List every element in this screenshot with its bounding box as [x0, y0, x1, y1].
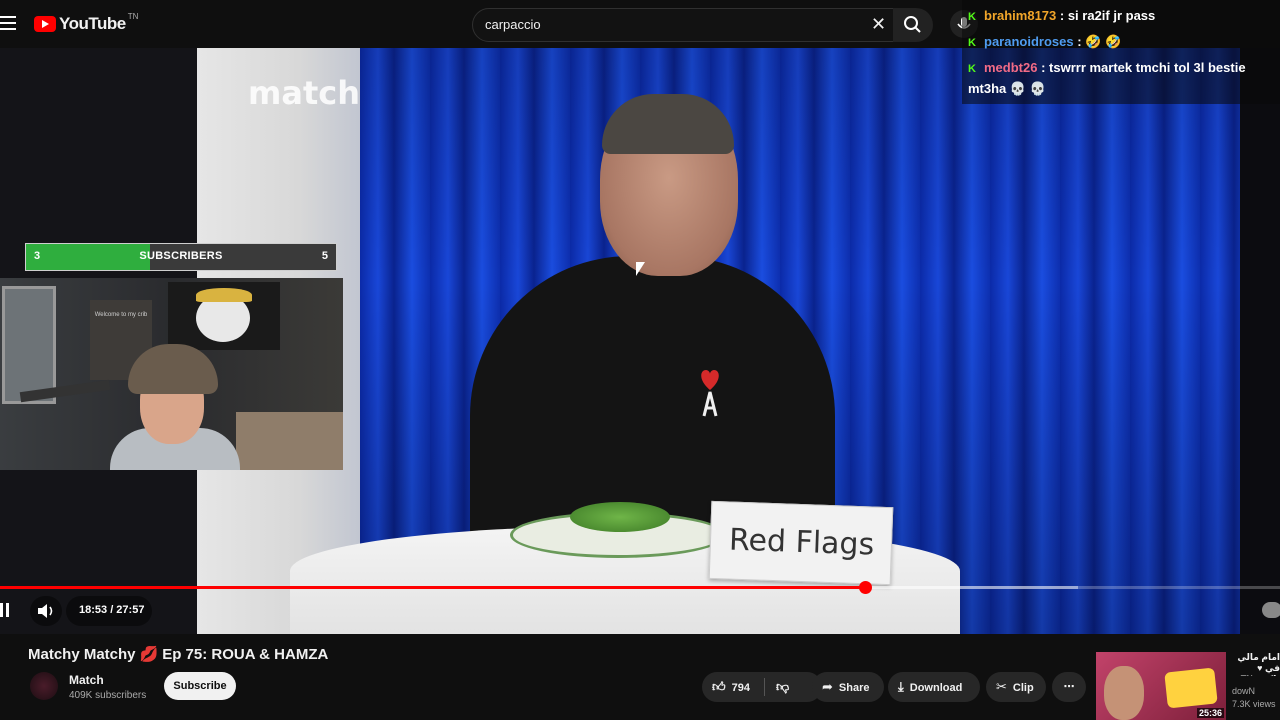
mouse-cursor-icon	[636, 262, 645, 276]
channel-avatar[interactable]	[30, 672, 58, 700]
clear-search-icon[interactable]: ✕	[871, 15, 886, 33]
download-button[interactable]: ⤓ Download	[888, 672, 980, 702]
youtube-play-icon	[34, 16, 56, 32]
more-horizontal-icon: ⋯	[1063, 681, 1075, 693]
search-button[interactable]	[893, 8, 933, 42]
goal-end: 5	[321, 250, 328, 262]
thumbs-down-icon[interactable]: 👎︎	[776, 672, 789, 702]
streamer-webcam: Welcome to my crib	[0, 278, 343, 470]
volume-icon	[38, 604, 53, 618]
kick-icon: K	[968, 37, 976, 49]
suggested-video-channel[interactable]: dowN	[1232, 686, 1255, 696]
time-display: 18:53 / 27:57	[66, 596, 152, 626]
subscribe-button[interactable]: Subscribe	[164, 672, 236, 700]
progress-bar[interactable]	[0, 581, 1280, 594]
kick-icon: K	[968, 63, 976, 75]
autoplay-toggle[interactable]	[1262, 602, 1280, 618]
match-watermark: match	[248, 74, 360, 112]
played-bar	[0, 586, 865, 589]
like-count: 794	[731, 682, 750, 694]
clip-button[interactable]: ✂ Clip	[986, 672, 1046, 702]
heart-icon: 💋	[139, 646, 159, 663]
chat-text: : si ra2if jr pass	[1059, 8, 1156, 23]
chat-username: paranoidroses	[984, 34, 1074, 49]
suggested-video-title[interactable]: امام مالي في ♥ تاكس TN	[1232, 652, 1280, 676]
goal-label: SUBSCRIBERS	[139, 250, 223, 262]
search-input[interactable]: carpaccio ✕	[472, 8, 894, 42]
logo-text: YouTube	[59, 14, 126, 33]
title-part: Matchy Matchy	[28, 646, 136, 663]
chat-message: Kparanoidroses : 🤣 🤣	[968, 31, 1121, 52]
channel-name[interactable]: Match	[69, 673, 104, 687]
chat-message: Kbrahim8173 : si ra2if jr pass	[968, 5, 1155, 26]
pause-button[interactable]	[0, 603, 12, 617]
scissors-icon: ✂	[996, 679, 1007, 694]
menu-icon[interactable]	[0, 16, 16, 32]
like-button[interactable]: 👍︎ 794 👎︎	[702, 672, 822, 702]
download-label: Download	[909, 682, 963, 694]
share-icon: ➦	[822, 679, 833, 694]
time-text: 18:53 / 27:57	[79, 604, 145, 616]
heart-logo-icon	[701, 370, 719, 417]
poster-text: Welcome to my crib	[94, 312, 148, 318]
search-icon	[904, 16, 921, 33]
more-actions-button[interactable]: ⋯	[1052, 672, 1086, 702]
red-flags-card: Red Flags	[708, 500, 894, 586]
suggested-video-thumbnail[interactable]: 25:36	[1096, 652, 1226, 720]
chat-message: Kmedbt26 : tswrrr martek tmchi tol 3l be…	[968, 57, 1268, 99]
scrubber-handle[interactable]	[858, 581, 872, 594]
chat-username: medbt26	[984, 60, 1038, 75]
chat-username: brahim8173	[984, 8, 1057, 23]
video-duration: 25:36	[1196, 708, 1224, 718]
subscriber-count: 409K subscribers	[69, 690, 147, 701]
chat-text: : 🤣 🤣	[1077, 34, 1122, 49]
card-text: Red Flags	[728, 522, 875, 563]
download-icon: ⤓	[898, 679, 904, 694]
share-label: Share	[838, 682, 870, 694]
clip-label: Clip	[1012, 682, 1034, 694]
kick-icon: K	[968, 11, 976, 23]
search-value: carpaccio	[485, 17, 541, 32]
share-button[interactable]: ➦ Share	[812, 672, 884, 702]
suggested-video-views: 7.3K views	[1232, 699, 1276, 709]
logo-region: TN	[127, 11, 139, 21]
title-part: Ep 75: ROUA & HAMZA	[162, 646, 329, 663]
salad	[570, 502, 670, 532]
volume-button[interactable]	[30, 596, 62, 626]
youtube-logo[interactable]: YouTube TN	[34, 11, 139, 34]
subscriber-goal-bar: 3 SUBSCRIBERS 5	[25, 243, 337, 271]
thumbs-up-icon: 👍︎	[712, 679, 726, 694]
video-title: Matchy Matchy 💋 Ep 75: ROUA & HAMZA	[28, 645, 328, 663]
chat-overlay: Kbrahim8173 : si ra2if jr pass Kparanoid…	[962, 0, 1280, 104]
